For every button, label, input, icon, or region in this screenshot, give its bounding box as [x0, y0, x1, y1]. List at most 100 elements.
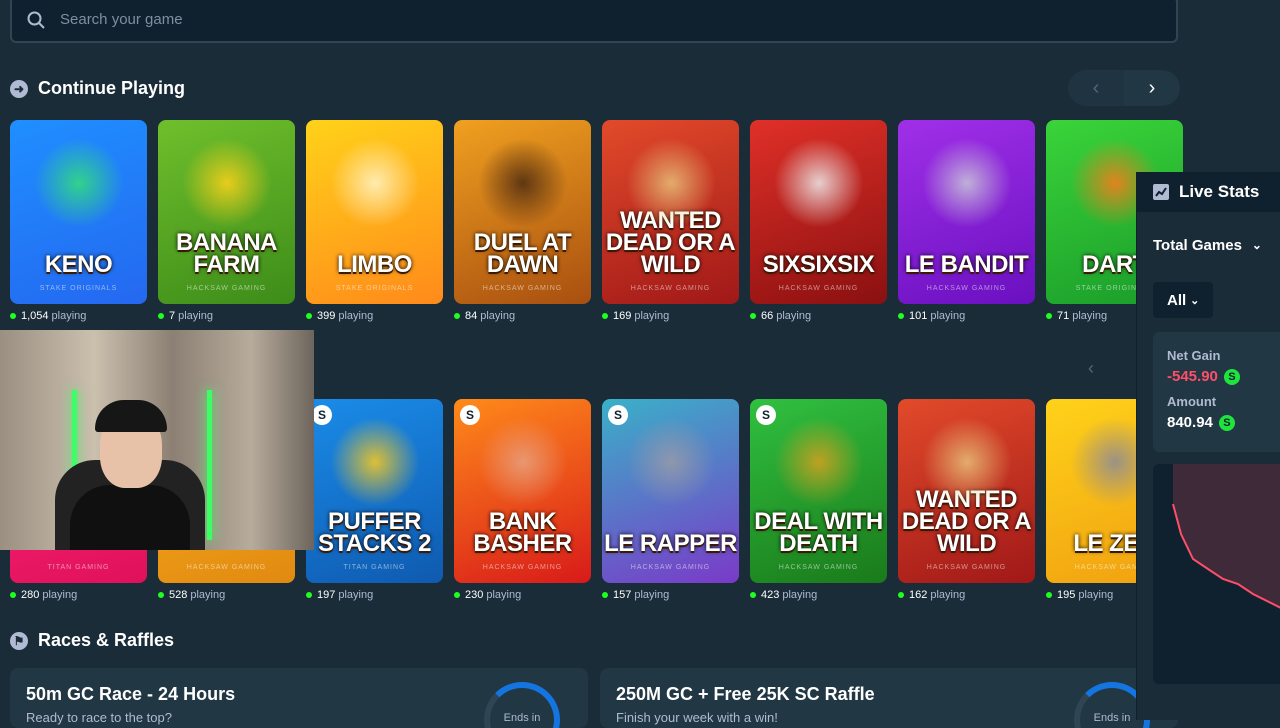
players-number: 230 — [465, 589, 484, 601]
players-number: 280 — [21, 589, 40, 601]
game-title: BANK BASHER — [473, 508, 572, 557]
net-gain-value: -545.90 S — [1167, 368, 1240, 385]
game-art — [921, 417, 1012, 507]
carousel-next-button[interactable]: › — [1124, 70, 1180, 106]
players-count: 169 playing — [602, 310, 739, 322]
game-art — [181, 138, 272, 228]
game-title: BANANA FARM — [176, 229, 278, 278]
players-suffix: playing — [42, 589, 78, 601]
online-dot-icon — [1046, 592, 1052, 598]
players-suffix: playing — [480, 310, 516, 322]
filter-value: All — [1167, 291, 1187, 309]
game-studio: HACKSAW GAMING — [926, 564, 1007, 571]
race-card[interactable]: 50m GC Race - 24 Hours Ready to race to … — [10, 668, 588, 728]
raffle-subtitle: Finish your week with a win! — [616, 710, 778, 725]
net-gain-label: Net Gain — [1167, 348, 1221, 363]
players-count: 84 playing — [454, 310, 591, 322]
profit-chart — [1153, 464, 1280, 684]
game-card[interactable]: S PUFFER STACKS 2 TITAN GAMING 197 playing — [306, 399, 443, 601]
carousel2-prev-button[interactable]: ‹ — [1088, 358, 1094, 379]
players-count: 1,054 playing — [10, 310, 147, 322]
game-card[interactable]: BANANA FARM HACKSAW GAMING 7 playing — [158, 120, 295, 322]
game-studio: HACKSAW GAMING — [778, 564, 859, 571]
game-title: LE RAPPER — [604, 530, 737, 557]
search-input[interactable] — [58, 10, 962, 29]
arrow-right-circle-icon: ➜ — [10, 79, 28, 98]
game-card[interactable]: SIXSIXSIX HACKSAW GAMING 66 playing — [750, 120, 887, 322]
game-thumbnail[interactable]: SIXSIXSIX HACKSAW GAMING — [750, 120, 887, 304]
game-art — [477, 138, 568, 228]
players-suffix: playing — [51, 310, 87, 322]
game-thumbnail[interactable]: LIMBO STAKE ORIGINALS — [306, 120, 443, 304]
game-card[interactable]: LIMBO STAKE ORIGINALS 399 playing — [306, 120, 443, 322]
players-number: 162 — [909, 589, 928, 601]
stats-summary: Net Gain -545.90 S Amount 840.94 S — [1153, 332, 1280, 452]
players-count: 280 playing — [10, 589, 147, 601]
players-suffix: playing — [338, 589, 374, 601]
webcam-overlay — [0, 330, 314, 550]
stats-type-dropdown[interactable]: Total Games ⌄ — [1153, 228, 1280, 262]
game-thumbnail[interactable]: S DEAL WITH DEATH HACKSAW GAMING — [750, 399, 887, 583]
carousel-prev-button[interactable]: ‹ — [1068, 70, 1124, 106]
online-dot-icon — [158, 313, 164, 319]
game-title: LE BANDIT — [904, 251, 1029, 278]
players-count: 399 playing — [306, 310, 443, 322]
players-count: 230 playing — [454, 589, 591, 601]
game-thumbnail[interactable]: WANTED DEAD OR A WILDHACKSAW GAMING — [898, 399, 1035, 583]
players-suffix: playing — [776, 310, 812, 322]
led-light-right — [207, 390, 212, 540]
raffle-card[interactable]: 250M GC + Free 25K SC Raffle Finish your… — [600, 668, 1178, 728]
players-count: 7 playing — [158, 310, 295, 322]
race-title: 50m GC Race - 24 Hours — [26, 684, 236, 704]
game-studio: TITAN GAMING — [47, 564, 110, 571]
stake-exclusive-badge-icon: S — [460, 405, 480, 425]
players-suffix: playing — [634, 589, 670, 601]
stake-exclusive-badge-icon: S — [608, 405, 628, 425]
players-count: 423 playing — [750, 589, 887, 601]
game-thumbnail[interactable]: S LE RAPPER HACKSAW GAMING — [602, 399, 739, 583]
online-dot-icon — [306, 592, 312, 598]
races-title: Races & Raffles — [38, 630, 175, 650]
players-count: 162 playing — [898, 589, 1035, 601]
continue-playing-heading: ➜ Continue Playing — [10, 78, 185, 99]
game-card[interactable]: DUEL AT DAWN HACKSAW GAMING 84 playing — [454, 120, 591, 322]
game-card[interactable]: WANTED DEAD OR A WILDHACKSAW GAMING 169pl… — [602, 120, 739, 322]
game-thumbnail[interactable]: DUEL AT DAWN HACKSAW GAMING — [454, 120, 591, 304]
game-studio: STAKE ORIGINALS — [39, 285, 118, 292]
game-studio: HACKSAW GAMING — [186, 564, 267, 571]
game-card[interactable]: S LE RAPPER HACKSAW GAMING 157 playing — [602, 399, 739, 601]
chevron-right-icon: › — [1148, 76, 1156, 99]
race-timer-ring: Ends in — [484, 682, 560, 728]
online-dot-icon — [602, 592, 608, 598]
game-title: SIXSIXSIX — [762, 251, 875, 278]
game-card[interactable]: S BANK BASHER HACKSAW GAMING 230 playing — [454, 399, 591, 601]
game-art — [329, 417, 420, 507]
game-thumbnail[interactable]: S BANK BASHER HACKSAW GAMING — [454, 399, 591, 583]
online-dot-icon — [158, 592, 164, 598]
online-dot-icon — [750, 313, 756, 319]
game-thumbnail[interactable]: KENO STAKE ORIGINALS — [10, 120, 147, 304]
chart-icon — [1153, 184, 1169, 200]
online-dot-icon — [454, 313, 460, 319]
game-thumbnail[interactable]: LE BANDIT HACKSAW GAMING — [898, 120, 1035, 304]
online-dot-icon — [306, 313, 312, 319]
stats-type-value: Total Games — [1153, 236, 1242, 254]
game-thumbnail[interactable]: S PUFFER STACKS 2 TITAN GAMING — [306, 399, 443, 583]
game-card[interactable]: KENO STAKE ORIGINALS 1,054 playing — [10, 120, 147, 322]
online-dot-icon — [10, 313, 16, 319]
raffle-title: 250M GC + Free 25K SC Raffle — [616, 684, 875, 704]
game-studio: STAKE ORIGINALS — [335, 285, 414, 292]
game-card[interactable]: WANTED DEAD OR A WILDHACKSAW GAMING 162pl… — [898, 399, 1035, 601]
game-title: DUEL AT DAWN — [473, 229, 572, 278]
online-dot-icon — [750, 592, 756, 598]
game-thumbnail[interactable]: WANTED DEAD OR A WILDHACKSAW GAMING — [602, 120, 739, 304]
search-bar[interactable] — [10, 0, 1178, 43]
race-timer-label: Ends in — [503, 712, 541, 724]
filter-all-dropdown[interactable]: All ⌄ — [1153, 282, 1214, 318]
game-studio: HACKSAW GAMING — [482, 285, 563, 292]
players-number: 71 — [1057, 310, 1070, 322]
game-thumbnail[interactable]: BANANA FARM HACKSAW GAMING — [158, 120, 295, 304]
game-card[interactable]: LE BANDIT HACKSAW GAMING 101 playing — [898, 120, 1035, 322]
game-card[interactable]: S DEAL WITH DEATH HACKSAW GAMING 423 playing — [750, 399, 887, 601]
players-number: 84 — [465, 310, 478, 322]
